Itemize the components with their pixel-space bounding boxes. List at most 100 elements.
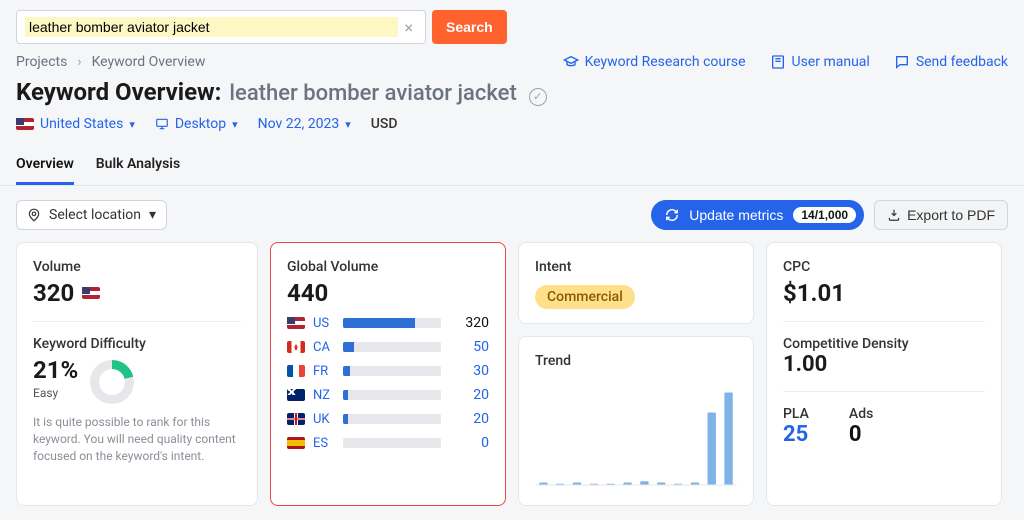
tab-bulk-analysis[interactable]: Bulk Analysis — [96, 150, 180, 185]
gv-bar — [343, 342, 441, 352]
gv-row: UK 20 — [287, 411, 489, 427]
gv-label: Global Volume — [287, 259, 489, 275]
gv-value[interactable]: 20 — [449, 411, 489, 427]
button-label: Update metrics — [689, 207, 783, 223]
flag-us-icon — [82, 287, 100, 299]
chevron-down-icon: ▾ — [232, 118, 238, 131]
cpc-label: CPC — [783, 259, 985, 275]
page-title-keyword: leather bomber aviator jacket — [229, 81, 516, 106]
desktop-icon — [155, 117, 169, 131]
gv-bar — [343, 390, 441, 400]
link-research-course[interactable]: Keyword Research course — [563, 54, 746, 70]
gv-country-link[interactable]: NZ — [313, 388, 335, 403]
gv-row: CA 50 — [287, 339, 489, 355]
divider — [33, 321, 241, 322]
gv-country-link[interactable]: UK — [313, 412, 335, 427]
filter-label: Nov 22, 2023 — [258, 116, 340, 132]
pin-icon — [27, 208, 41, 222]
ads-label: Ads — [849, 406, 873, 422]
link-send-feedback[interactable]: Send feedback — [894, 54, 1008, 70]
filter-label: United States — [40, 116, 123, 132]
gv-row: FR 30 — [287, 363, 489, 379]
gv-bar — [343, 438, 441, 448]
chevron-down-icon: ▾ — [129, 118, 135, 131]
card-intent: Intent Commercial — [518, 242, 754, 324]
gv-value[interactable]: 0 — [449, 435, 489, 451]
book-icon — [770, 54, 786, 70]
update-metrics-button[interactable]: Update metrics 14/1,000 — [651, 200, 864, 230]
link-user-manual[interactable]: User manual — [770, 54, 870, 70]
breadcrumb-root[interactable]: Projects — [16, 54, 67, 70]
gv-country-link[interactable]: ES — [313, 436, 335, 451]
update-count-badge: 14/1,000 — [793, 207, 856, 223]
button-label: Select location — [49, 207, 141, 223]
gv-country-link[interactable]: CA — [313, 340, 335, 355]
flag-ca-icon — [287, 341, 305, 353]
flag-us-icon — [16, 118, 34, 130]
volume-label: Volume — [33, 259, 241, 275]
flag-fr-icon — [287, 365, 305, 377]
divider — [783, 321, 985, 322]
filter-country[interactable]: United States ▾ — [16, 116, 135, 132]
filter-label: Desktop — [175, 116, 226, 132]
intent-label: Intent — [535, 259, 737, 275]
card-trend: Trend — [518, 336, 754, 506]
clear-icon[interactable]: × — [398, 18, 419, 37]
breadcrumb: Projects › Keyword Overview — [16, 54, 205, 70]
page-title: Keyword Overview: — [16, 78, 221, 106]
filter-date[interactable]: Nov 22, 2023 ▾ — [258, 116, 351, 132]
gv-row: ES 0 — [287, 435, 489, 451]
search-input[interactable] — [25, 17, 398, 37]
gv-bar — [343, 318, 441, 328]
gv-bar — [343, 366, 441, 376]
kd-note: It is quite possible to rank for this ke… — [33, 414, 241, 464]
flag-us-icon — [287, 317, 305, 329]
button-label: Export to PDF — [907, 207, 995, 223]
gv-value[interactable]: 20 — [449, 387, 489, 403]
chevron-down-icon: ▾ — [149, 207, 156, 223]
graduation-cap-icon — [563, 54, 579, 70]
gv-country-link[interactable]: FR — [313, 364, 335, 379]
breadcrumb-current: Keyword Overview — [92, 54, 206, 70]
chevron-down-icon: ▾ — [345, 118, 351, 131]
refresh-icon — [665, 208, 679, 222]
cpc-value: $1.01 — [783, 279, 845, 307]
volume-value: 320 — [33, 279, 74, 307]
cd-label: Competitive Density — [783, 336, 985, 352]
check-circle-icon: ✓ — [529, 88, 547, 106]
kd-label: Keyword Difficulty — [33, 336, 241, 352]
currency-label: USD — [371, 116, 398, 132]
divider — [783, 391, 985, 392]
trend-chart — [535, 377, 737, 487]
select-location-button[interactable]: Select location ▾ — [16, 200, 167, 230]
pla-label: PLA — [783, 406, 809, 422]
card-cpc: CPC $1.01 Competitive Density 1.00 PLA 2… — [766, 242, 1002, 506]
flag-es-icon — [287, 437, 305, 449]
export-pdf-button[interactable]: Export to PDF — [874, 200, 1008, 230]
trend-label: Trend — [535, 353, 737, 369]
gv-value[interactable]: 50 — [449, 339, 489, 355]
card-volume: Volume 320 Keyword Difficulty 21% Easy I… — [16, 242, 258, 506]
search-button[interactable]: Search — [432, 10, 507, 44]
link-label: User manual — [792, 54, 870, 70]
search-box[interactable]: × — [16, 10, 426, 44]
cd-value: 1.00 — [783, 352, 827, 377]
chat-icon — [894, 54, 910, 70]
export-icon — [887, 208, 901, 222]
gv-row: US 320 — [287, 315, 489, 331]
gv-value[interactable]: 30 — [449, 363, 489, 379]
flag-uk-icon — [287, 413, 305, 425]
card-global-volume: Global Volume 440 US 320 CA 50 FR 30 NZ 20 UK 20 E… — [270, 242, 506, 506]
link-label: Keyword Research course — [585, 54, 746, 70]
gv-total: 440 — [287, 279, 328, 307]
flag-nz-icon — [287, 389, 305, 401]
gv-row: NZ 20 — [287, 387, 489, 403]
filter-device[interactable]: Desktop ▾ — [155, 116, 238, 132]
gv-value[interactable]: 320 — [449, 315, 489, 331]
gv-country-link[interactable]: US — [313, 316, 335, 331]
tab-overview[interactable]: Overview — [16, 150, 74, 185]
gv-bar — [343, 414, 441, 424]
intent-value-pill: Commercial — [535, 285, 635, 309]
pla-value[interactable]: 25 — [783, 422, 809, 447]
kd-value: 21% — [33, 356, 78, 384]
